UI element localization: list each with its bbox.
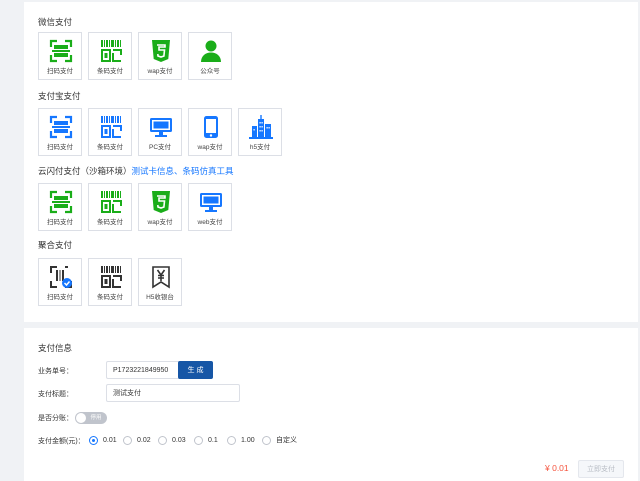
tile-label: wap支付 (147, 219, 173, 226)
tile-label: 条码支付 (97, 68, 123, 75)
split-toggle[interactable]: 停用 (75, 412, 107, 424)
wechat-official-account-tile[interactable]: 公众号 (188, 32, 232, 80)
radio-dot (89, 436, 98, 445)
alipay-barcode-pay-tile[interactable]: 条码支付 (88, 108, 132, 156)
radio-label: 0.03 (172, 437, 186, 444)
tile-label: h5支付 (249, 144, 271, 151)
split-label: 是否分账： (38, 415, 73, 422)
order-number-label: 业务单号： (38, 368, 73, 375)
radio-dot (158, 436, 167, 445)
tile-label: 公众号 (200, 68, 220, 75)
scan-icon (49, 115, 73, 139)
wechat-scan-pay-tile[interactable]: 扫码支付 (38, 32, 82, 80)
user-icon (201, 40, 221, 62)
pay-amount: ¥ 0.01 (545, 463, 569, 473)
tile-label: H5收银台 (146, 294, 174, 301)
yen-icon (152, 266, 170, 289)
radio-dot (262, 436, 271, 445)
generate-button[interactable]: 生 成 (178, 361, 213, 379)
aggregate-h5-cashier-tile[interactable]: H5收银台 (138, 258, 182, 306)
subject-label: 支付标题： (38, 391, 73, 398)
unionpay-wap-pay-tile[interactable]: wap支付 (138, 183, 182, 231)
html5-icon (152, 191, 170, 213)
barcode-icon (101, 116, 122, 138)
unionpay-barcode-pay-tile[interactable]: 条码支付 (88, 183, 132, 231)
section-title-alipay: 支付宝支付 (38, 91, 81, 101)
tile-label: 扫码支付 (47, 144, 73, 151)
aggregate-barcode-pay-tile[interactable]: 条码支付 (88, 258, 132, 306)
building-icon (249, 115, 273, 139)
radio-label: 0.1 (208, 437, 218, 444)
radio-dot (123, 436, 132, 445)
scan-check-icon (50, 266, 72, 288)
alipay-wap-pay-tile[interactable]: wap支付 (188, 108, 232, 156)
alipay-scan-pay-tile[interactable]: 扫码支付 (38, 108, 82, 156)
tile-label: 扫码支付 (47, 219, 73, 226)
unionpay-web-pay-tile[interactable]: web支付 (188, 183, 232, 231)
scan-icon (49, 190, 73, 214)
tile-label: wap支付 (197, 144, 223, 151)
amount-label: 支付金额(元)： (38, 438, 85, 445)
section-title-wechat: 微信支付 (38, 17, 73, 27)
subject-input[interactable] (106, 384, 240, 402)
radio-label: 1.00 (241, 437, 255, 444)
alipay-pc-pay-tile[interactable]: PC支付 (138, 108, 182, 156)
aggregate-scan-pay-tile[interactable]: 扫码支付 (38, 258, 82, 306)
tile-label: 条码支付 (97, 144, 123, 151)
payment-info-card: 支付信息 业务单号： 生 成 支付标题： 是否分账： 停用 支付金额(元)： 0… (24, 328, 638, 481)
radio-label: 0.01 (103, 437, 117, 444)
radio-label: 自定义 (276, 437, 297, 444)
barcode-icon (101, 266, 122, 288)
unionpay-test-links[interactable]: 测试卡信息、条码仿真工具 (132, 166, 234, 176)
payment-info-title: 支付信息 (38, 343, 73, 353)
phone-icon (204, 116, 218, 138)
scan-icon (49, 39, 73, 63)
radio-label: 0.02 (137, 437, 151, 444)
radio-dot (227, 436, 236, 445)
tile-label: 条码支付 (97, 294, 123, 301)
wechat-barcode-pay-tile[interactable]: 条码支付 (88, 32, 132, 80)
toggle-text: 停用 (90, 415, 102, 421)
monitor-icon (200, 193, 222, 212)
section-title-aggregate: 聚合支付 (38, 240, 73, 250)
wechat-wap-pay-tile[interactable]: wap支付 (138, 32, 182, 80)
unionpay-scan-pay-tile[interactable]: 扫码支付 (38, 183, 82, 231)
radio-dot (194, 436, 203, 445)
pay-now-button[interactable]: 立即支付 (578, 460, 624, 478)
tile-label: 条码支付 (97, 219, 123, 226)
tile-label: 扫码支付 (47, 294, 73, 301)
alipay-h5-pay-tile[interactable]: h5支付 (238, 108, 282, 156)
tile-label: wap支付 (147, 68, 173, 75)
barcode-icon (101, 40, 122, 62)
toggle-knob (76, 413, 86, 423)
monitor-icon (150, 118, 172, 137)
tile-label: 扫码支付 (47, 68, 73, 75)
tile-label: web支付 (197, 219, 223, 226)
payment-methods-card: 微信支付 扫码支付 条码支付 wap支付 公众号 支付宝支付 扫码支付 条码支付 (24, 2, 638, 322)
section-title-unionpay: 云闪付支付（沙箱环境）测试卡信息、条码仿真工具 (38, 165, 234, 177)
html5-icon (152, 40, 170, 62)
barcode-icon (101, 191, 122, 213)
unionpay-title-text: 云闪付支付（沙箱环境） (38, 166, 132, 176)
tile-label: PC支付 (148, 144, 172, 151)
